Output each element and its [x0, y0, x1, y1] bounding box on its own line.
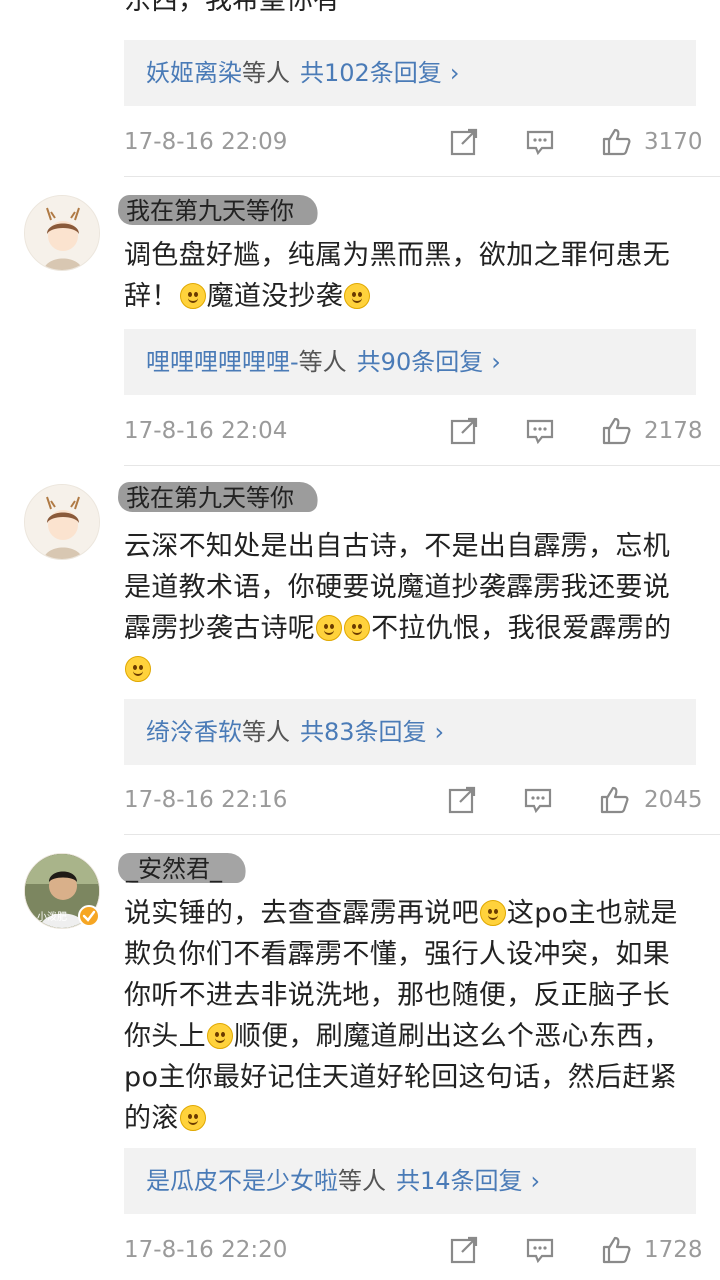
- avatar[interactable]: [24, 195, 100, 271]
- reply-suffix: 等人: [242, 59, 290, 87]
- comment-icon[interactable]: [522, 784, 554, 816]
- reply-count[interactable]: 共83条回复: [300, 718, 427, 746]
- comment-meta: 17-8-16 22:04 2178: [124, 411, 703, 451]
- laughing-emoji-icon: [179, 283, 206, 309]
- comment-time: 17-8-16 22:04: [124, 418, 288, 444]
- reply-count[interactable]: 共14条回复: [396, 1167, 523, 1195]
- username[interactable]: _安然君_: [116, 851, 248, 887]
- reply-summary[interactable]: 绮泠香软等人 共83条回复 ›: [124, 699, 696, 765]
- like-icon[interactable]: [600, 415, 632, 447]
- comment-time: 17-8-16 22:09: [124, 129, 288, 155]
- reply-suffix: 等人: [242, 718, 290, 746]
- divider: [124, 834, 720, 835]
- verified-icon: [78, 905, 100, 927]
- comment-meta: 17-8-16 22:20 1728: [124, 1230, 703, 1270]
- comment-text: 东西，我希望你有: [124, 0, 340, 16]
- divider: [124, 465, 720, 466]
- share-icon[interactable]: [448, 126, 480, 158]
- laughing-emoji-icon: [316, 615, 343, 641]
- reply-count[interactable]: 共90条回复: [357, 348, 484, 376]
- chevron-right-icon: ›: [434, 718, 445, 746]
- smile-emoji-icon: [479, 900, 506, 926]
- comment-time: 17-8-16 22:20: [124, 1237, 288, 1263]
- reply-names[interactable]: 是瓜皮不是少女啦: [146, 1167, 338, 1195]
- comment-time: 17-8-16 22:16: [124, 787, 288, 813]
- reply-names[interactable]: 绮泠香软: [146, 718, 242, 746]
- reply-count[interactable]: 共102条回复: [300, 59, 442, 87]
- share-icon[interactable]: [448, 415, 480, 447]
- like-count: 1728: [644, 1237, 703, 1263]
- username[interactable]: 我在第九天等你: [116, 480, 320, 516]
- share-icon[interactable]: [446, 784, 478, 816]
- comment-text: 调色盘好尴，纯属为黑而黑，欲加之罪何患无辞！ 魔道没抄袭: [124, 240, 670, 312]
- comment-text: 云深不知处是出自古诗，不是出自霹雳，忘机是道教术语，你硬要说魔道抄袭霹雳我还要说…: [124, 526, 694, 690]
- chevron-right-icon: ›: [449, 59, 460, 87]
- comment-icon[interactable]: [524, 415, 556, 447]
- divider: [124, 176, 720, 177]
- comment-meta: 17-8-16 22:09 3170: [124, 122, 703, 162]
- smile-emoji-icon: [344, 283, 371, 309]
- blush-emoji-icon: [125, 656, 151, 682]
- chevron-right-icon: ›: [530, 1167, 541, 1195]
- like-icon[interactable]: [600, 126, 632, 158]
- chevron-right-icon: ›: [491, 348, 501, 376]
- svg-text:小泼肥: 小泼肥: [37, 910, 67, 923]
- comment-icon[interactable]: [524, 1234, 556, 1266]
- comment-meta: 17-8-16 22:16 2045: [124, 780, 703, 820]
- like-icon[interactable]: [598, 784, 630, 816]
- comment-text: 说实锤的，去查查霹雳再说吧 这po主也就是欺负你们不看霹雳不懂，强行人设冲突，如果…: [124, 898, 678, 1134]
- like-icon[interactable]: [600, 1234, 632, 1266]
- reply-names[interactable]: 哩哩哩哩哩哩-: [146, 348, 299, 376]
- like-count: 3170: [644, 129, 703, 155]
- reply-names[interactable]: 妖姬离染: [146, 59, 242, 87]
- comment-icon[interactable]: [524, 126, 556, 158]
- reply-summary[interactable]: 哩哩哩哩哩哩-等人 共90条回复 ›: [124, 329, 696, 395]
- like-count: 2178: [644, 418, 703, 444]
- avatar[interactable]: [24, 484, 100, 560]
- scared-emoji-icon: [179, 1105, 206, 1131]
- laughing-emoji-icon: [344, 615, 371, 641]
- username[interactable]: 我在第九天等你: [116, 193, 320, 229]
- smile-emoji-icon: [206, 1023, 233, 1049]
- share-icon[interactable]: [448, 1234, 480, 1266]
- reply-summary[interactable]: 妖姬离染等人 共102条回复 ›: [124, 40, 696, 106]
- reply-suffix: 等人: [298, 348, 347, 376]
- reply-suffix: 等人: [338, 1167, 386, 1195]
- reply-summary[interactable]: 是瓜皮不是少女啦等人 共14条回复 ›: [124, 1148, 696, 1214]
- like-count: 2045: [644, 787, 703, 813]
